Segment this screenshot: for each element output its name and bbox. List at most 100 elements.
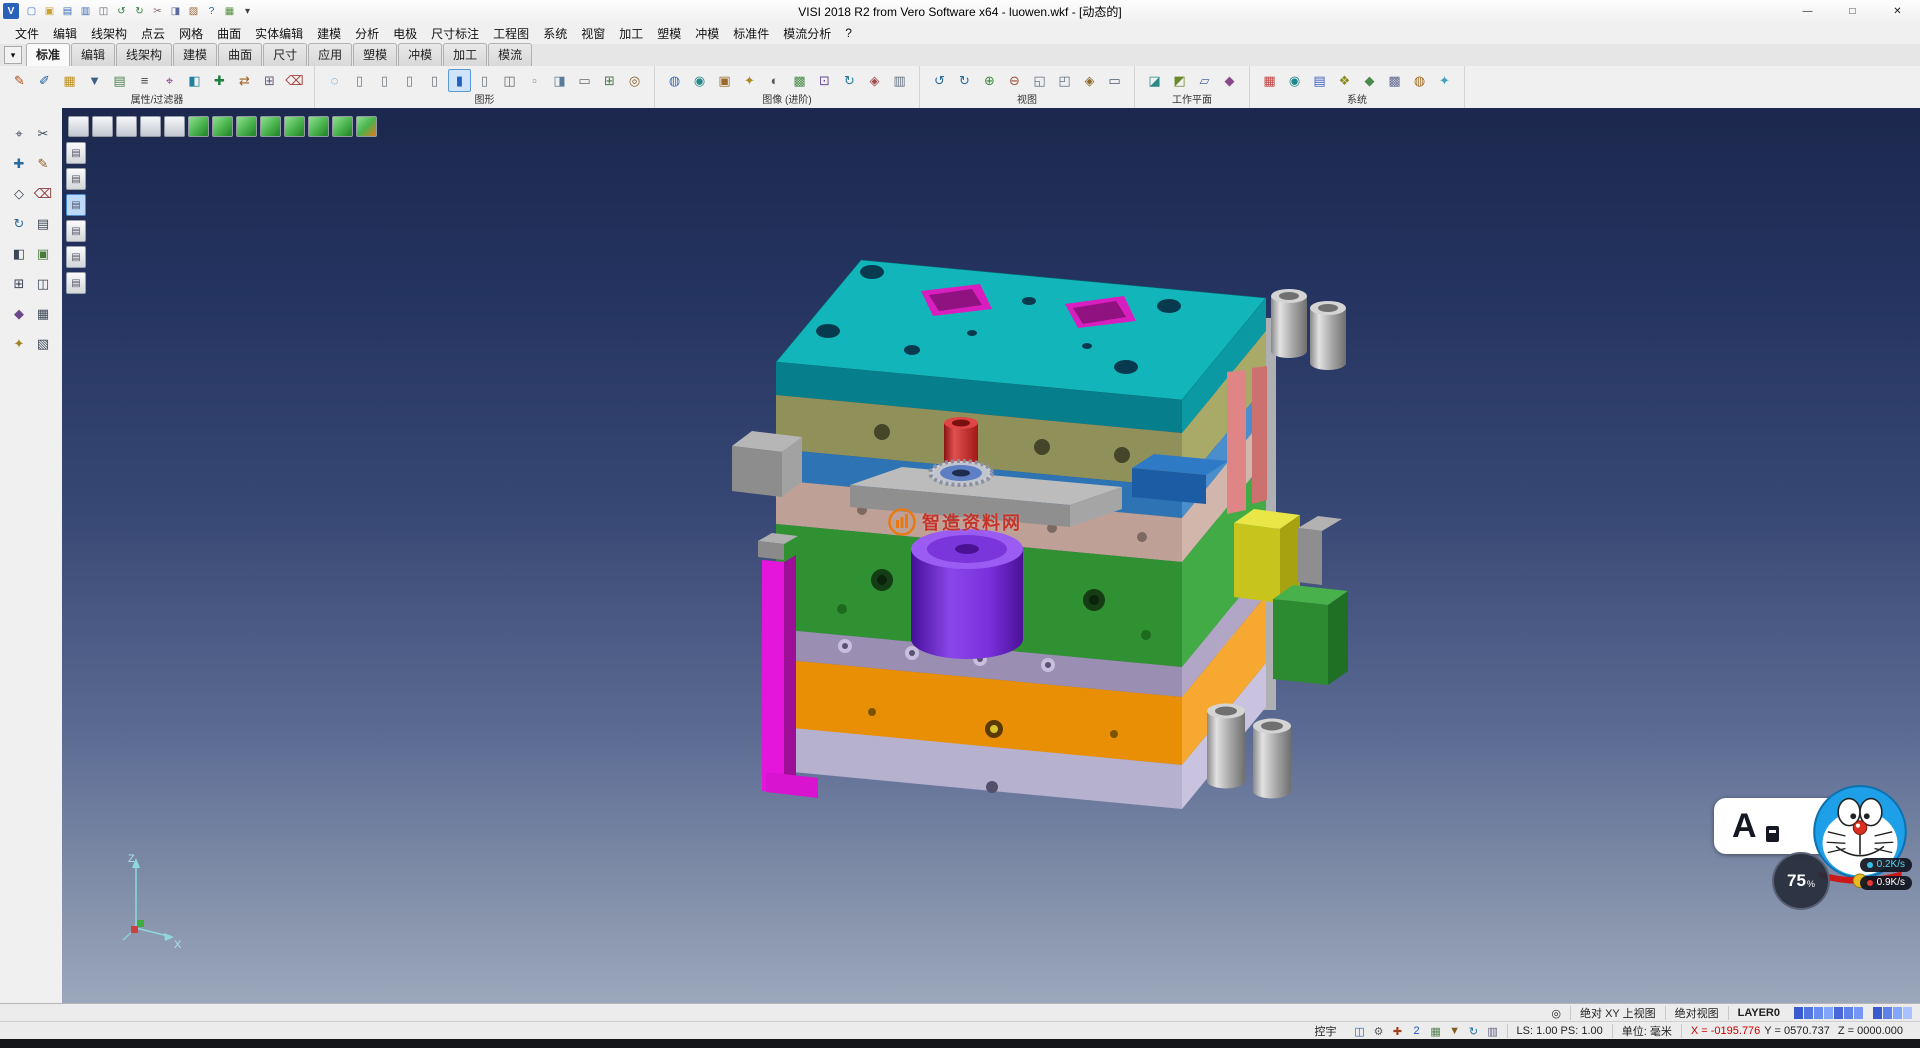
sys-spark-icon[interactable]: ✦ (1433, 69, 1456, 92)
menu-item[interactable]: 分析 (348, 23, 386, 44)
solid-tool-icon[interactable]: ▣ (32, 242, 55, 265)
menu-item[interactable]: 点云 (134, 23, 172, 44)
attr-filter-icon[interactable]: ▼ (83, 69, 106, 92)
section-tool-icon[interactable]: ◧ (8, 242, 31, 265)
move-tool-icon[interactable]: ✚ (8, 152, 31, 175)
settings-icon[interactable]: ⚙ (1371, 1023, 1387, 1039)
sheet-slot-1-icon[interactable]: ▤ (66, 142, 86, 164)
screen-icon[interactable]: ◫ (1352, 1023, 1368, 1039)
img-shade-icon[interactable]: ◍ (663, 69, 686, 92)
status-view-mode[interactable]: 绝对 XY 上视图 (1570, 1006, 1665, 1020)
view-rotate-right-icon[interactable]: ↻ (953, 69, 976, 92)
print-icon[interactable]: ◫ (95, 3, 112, 20)
viewport-split-icon[interactable] (92, 116, 113, 137)
help-icon[interactable]: ? (203, 3, 220, 20)
img-refresh-icon[interactable]: ↻ (838, 69, 861, 92)
diamond-tool-icon[interactable]: ◆ (8, 302, 31, 325)
spark-tool-icon[interactable]: ✦ (8, 332, 31, 355)
viewport-horizontal-icon[interactable] (140, 116, 161, 137)
desktop-widget-overlay[interactable]: A 75 % (1714, 784, 1912, 916)
status-snap-label[interactable]: 控宇 (1306, 1024, 1346, 1038)
sheet-slot-3-icon[interactable]: ▤ (66, 194, 86, 216)
attr-palette-icon[interactable]: ▦ (58, 69, 81, 92)
toolbar-tab[interactable]: 加工 (443, 43, 487, 66)
view-rotate-left-icon[interactable]: ↺ (928, 69, 951, 92)
toolbar-tab[interactable]: 曲面 (218, 43, 262, 66)
layer-swatch[interactable] (1883, 1007, 1892, 1019)
view-cube-right-icon[interactable] (332, 116, 353, 137)
menu-item[interactable]: 冲模 (688, 23, 726, 44)
sys-disc-icon[interactable]: ◍ (1408, 69, 1431, 92)
toolbar-tab[interactable]: 应用 (308, 43, 352, 66)
toolbar-tab[interactable]: 塑模 (353, 43, 397, 66)
sys-table-icon[interactable]: ▤ (1308, 69, 1331, 92)
rotate-tool-icon[interactable]: ↻ (8, 212, 31, 235)
gfx-bar4-icon[interactable]: ▯ (423, 69, 446, 92)
sheet-slot-6-icon[interactable]: ▤ (66, 272, 86, 294)
gfx-half-icon[interactable]: ◨ (548, 69, 571, 92)
refresh-icon[interactable]: ↻ (1466, 1023, 1482, 1039)
view-fit-icon[interactable]: ▭ (1103, 69, 1126, 92)
attr-add-icon[interactable]: ✚ (208, 69, 231, 92)
attr-brush-icon[interactable]: ✐ (33, 69, 56, 92)
layer-swatch[interactable] (1814, 1007, 1823, 1019)
gfx-bar3-icon[interactable]: ▯ (398, 69, 421, 92)
gfx-bar-selected-icon[interactable]: ▮ (448, 69, 471, 92)
menu-item[interactable]: 尺寸标注 (424, 23, 486, 44)
qat-dropdown-icon[interactable]: ▾ (239, 3, 256, 20)
img-material-icon[interactable]: ▣ (713, 69, 736, 92)
img-contrast-icon[interactable]: ◐ (763, 69, 786, 92)
layer-swatch[interactable] (1834, 1007, 1843, 1019)
gfx-circle-icon[interactable]: ◌ (323, 69, 346, 92)
volume-percent-badge[interactable]: 75 % (1772, 852, 1830, 910)
copy-icon[interactable]: ◨ (167, 3, 184, 20)
view-iso-icon[interactable]: ◈ (1078, 69, 1101, 92)
filter-icon[interactable]: ▼ (1447, 1023, 1463, 1039)
view-cube-sw-icon[interactable] (212, 116, 233, 137)
status-layer[interactable]: LAYER0 (1728, 1006, 1789, 1020)
sys-globe-icon[interactable]: ◉ (1283, 69, 1306, 92)
tab-dropdown-icon[interactable]: ▾ (4, 46, 22, 64)
mesh-tool-icon[interactable]: ▦ (32, 302, 55, 325)
viewport-quad-icon[interactable] (116, 116, 137, 137)
select-tool-icon[interactable]: ⌖ (8, 122, 31, 145)
status-abs-view[interactable]: 绝对视图 (1665, 1006, 1728, 1020)
new-file-icon[interactable]: ▢ (23, 3, 40, 20)
hatch-tool-icon[interactable]: ▧ (32, 332, 55, 355)
toolbar-tab[interactable]: 编辑 (71, 43, 115, 66)
erase-tool-icon[interactable]: ⌫ (32, 182, 55, 205)
menu-item[interactable]: 曲面 (210, 23, 248, 44)
attr-grid-icon[interactable]: ⊞ (258, 69, 281, 92)
toolbar-tab[interactable]: 线架构 (116, 43, 172, 66)
view-cube-ne-icon[interactable] (236, 116, 257, 137)
gfx-bar1-icon[interactable]: ▯ (348, 69, 371, 92)
attr-list-icon[interactable]: ≡ (133, 69, 156, 92)
trim-tool-icon[interactable]: ✂ (32, 122, 55, 145)
menu-item[interactable]: 加工 (612, 23, 650, 44)
menu-item[interactable]: 标准件 (726, 23, 776, 44)
img-light-icon[interactable]: ✦ (738, 69, 761, 92)
layer-swatch[interactable] (1854, 1007, 1863, 1019)
minimize-button[interactable]: — (1785, 0, 1830, 22)
gfx-mesh-icon[interactable]: ⊞ (598, 69, 621, 92)
sketch-tool-icon[interactable]: ✎ (32, 152, 55, 175)
two-icon[interactable]: 2 (1409, 1023, 1425, 1039)
toolbar-tab[interactable]: 尺寸 (263, 43, 307, 66)
save-all-icon[interactable]: ▥ (77, 3, 94, 20)
menu-item[interactable]: 塑模 (650, 23, 688, 44)
paste-icon[interactable]: ▧ (185, 3, 202, 20)
wp-diamond-icon[interactable]: ◆ (1218, 69, 1241, 92)
view-cube-se-icon[interactable] (188, 116, 209, 137)
menu-item[interactable]: 文件 (8, 23, 46, 44)
view-zoom-in-icon[interactable]: ⊕ (978, 69, 1001, 92)
img-section-icon[interactable]: ⊡ (813, 69, 836, 92)
save-icon[interactable]: ▤ (59, 3, 76, 20)
toolbar-tab[interactable]: 冲模 (398, 43, 442, 66)
layers-icon[interactable]: ▦ (221, 3, 238, 20)
wp-skew-icon[interactable]: ▱ (1193, 69, 1216, 92)
sheet-slot-4-icon[interactable]: ▤ (66, 220, 86, 242)
toolbar-tab[interactable]: 模流 (488, 43, 532, 66)
toolbar-tab[interactable]: 建模 (173, 43, 217, 66)
img-render-icon[interactable]: ◉ (688, 69, 711, 92)
gfx-pane-icon[interactable]: ◫ (498, 69, 521, 92)
